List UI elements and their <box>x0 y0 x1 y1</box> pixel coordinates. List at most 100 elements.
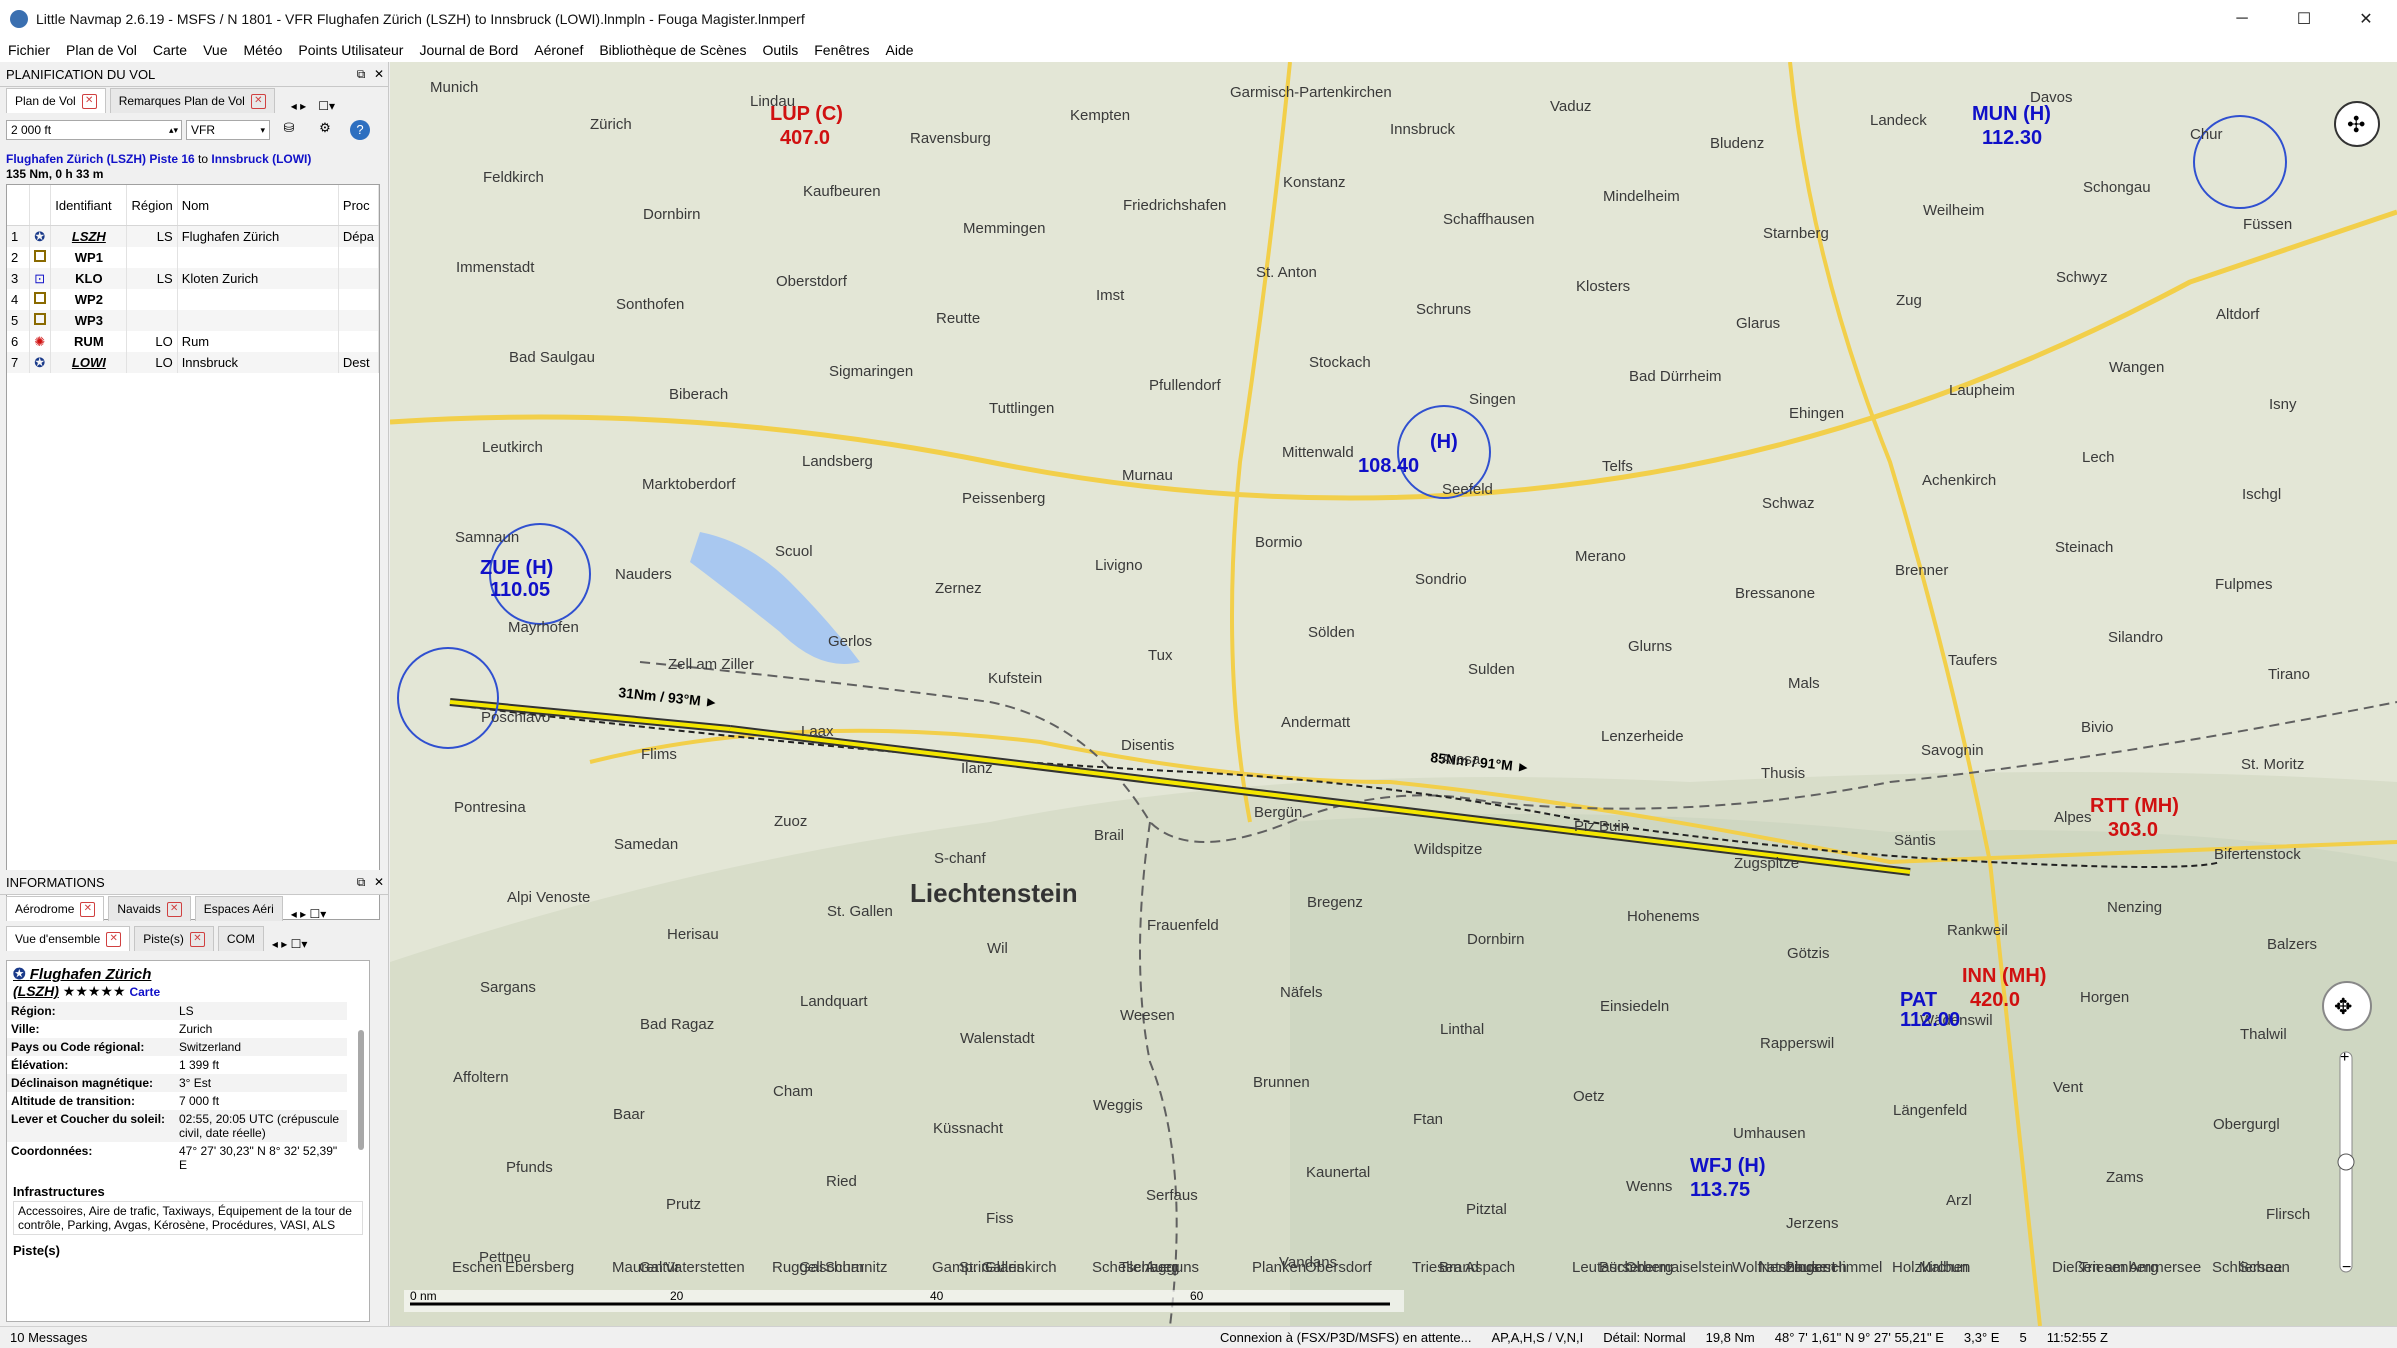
zoom-in-icon: + <box>2340 1049 2349 1066</box>
table-row[interactable]: 6 ✺ RUM LO Rum <box>7 331 379 352</box>
city-label: Dießen am Ammersee <box>2052 1259 2201 1276</box>
table-row[interactable]: 2 WP1 <box>7 247 379 268</box>
maximize-button[interactable]: ☐ <box>2273 0 2335 38</box>
map-canvas[interactable]: 31Nm / 93°M ►85Nm / 91°M ► MunichZürichL… <box>390 62 2397 1326</box>
city-label: Leutkirch <box>482 439 543 456</box>
menu-aide[interactable]: Aide <box>878 42 922 58</box>
close-tab-icon[interactable]: ✕ <box>250 93 266 109</box>
menu-vue[interactable]: Vue <box>195 42 235 58</box>
col-proc[interactable]: Proc <box>338 185 379 226</box>
city-label: Schwyz <box>2056 269 2108 286</box>
tab-pistes[interactable]: Piste(s) ✕ <box>134 926 214 951</box>
close-icon[interactable]: ✕ <box>370 67 388 81</box>
city-label: Einsiedeln <box>1600 998 1669 1015</box>
status-time: 11:52:55 Z <box>2046 1330 2108 1345</box>
city-label: Reutte <box>936 310 980 327</box>
map-view[interactable]: 31Nm / 93°M ► 85Nm / 91°M ► Munich Zürich L… <box>390 62 2397 1326</box>
tab-remarques[interactable]: Remarques Plan de Vol ✕ <box>109 88 275 113</box>
city-label: Serfaus <box>1146 1187 1198 1204</box>
city-label: Andermatt <box>1281 714 1351 731</box>
table-row[interactable]: 7 ✪ LOWI LO Innsbruck Dest <box>7 352 379 373</box>
calc-icon[interactable]: ⛁ <box>278 120 300 140</box>
close-tab-icon[interactable]: ✕ <box>81 93 97 109</box>
city-label: Nenzing <box>2107 899 2162 916</box>
city-label: Pfullendorf <box>1149 377 1222 394</box>
settings-icon[interactable]: ⚙ <box>314 120 336 140</box>
menu-fichier[interactable]: Fichier <box>0 42 58 58</box>
city-label: Fulpmes <box>2215 576 2273 593</box>
tab-aerodrome[interactable]: Aérodrome ✕ <box>6 896 105 921</box>
tab-com[interactable]: COM <box>217 926 264 951</box>
city-label: Garmisch-Partenkirchen <box>1230 84 1392 101</box>
menu-outils[interactable]: Outils <box>754 42 806 58</box>
waypoint-icon <box>34 292 47 304</box>
tab-espaces-aeriens[interactable]: Espaces Aéri <box>194 896 283 921</box>
city-label: Oberstdorf <box>776 273 848 290</box>
tab-plan-de-vol[interactable]: Plan de Vol ✕ <box>6 88 106 113</box>
flight-rules-select[interactable]: VFR ▾ <box>186 120 270 140</box>
table-row[interactable]: 5 WP3 <box>7 310 379 331</box>
menu-bibliotheque[interactable]: Bibliothèque de Scènes <box>591 42 754 58</box>
city-label: Pitztal <box>1466 1201 1507 1218</box>
vertical-scrollbar[interactable] <box>358 1030 364 1150</box>
menu-journal-de-bord[interactable]: Journal de Bord <box>411 42 526 58</box>
table-row[interactable]: 1 ✪ LSZH LS Flughafen Zürich Dépa <box>7 225 379 247</box>
waypoint-icon <box>34 250 47 262</box>
summary-from[interactable]: Flughafen Zürich (LSZH) Piste 16 <box>6 152 195 166</box>
float-icon[interactable]: ⧉ <box>352 67 370 82</box>
info-tabs: Aérodrome ✕ Navaids ✕ Espaces Aéri ◂ ▸ ☐▾ <box>0 895 388 921</box>
info-dock: INFORMATIONS ⧉ ✕ Aérodrome ✕ Navaids ✕ Esp… <box>0 870 388 1326</box>
city-label: Immenstadt <box>456 259 535 276</box>
city-label: Obermaiselstein <box>1625 1259 1733 1276</box>
flightplan-table[interactable]: Identifiant Région Nom Proc 1 ✪ LSZH LS … <box>6 184 380 920</box>
col-identifiant[interactable]: Identifiant <box>50 185 128 226</box>
tab-vue-ensemble[interactable]: Vue d'ensemble ✕ <box>6 926 131 951</box>
city-label: Imst <box>1096 287 1125 304</box>
airport-name-link[interactable]: Flughafen Zürich <box>30 966 152 983</box>
carte-link[interactable]: Carte <box>129 985 160 999</box>
col-region[interactable]: Région <box>126 185 178 226</box>
tab-navaids[interactable]: Navaids ✕ <box>108 896 191 921</box>
menu-plan-de-vol[interactable]: Plan de Vol <box>58 42 145 58</box>
tab-scroll-arrows[interactable]: ◂ ▸ <box>291 99 306 113</box>
status-messages[interactable]: 10 Messages <box>0 1330 1210 1345</box>
help-icon[interactable]: ? <box>350 120 370 140</box>
city-label: Triesen <box>1412 1259 1461 1276</box>
app-icon <box>10 10 28 28</box>
ndb-label-rtt: RTT (MH) <box>2090 795 2179 817</box>
close-button[interactable]: ✕ <box>2335 0 2397 38</box>
tab-scroll-arrows[interactable]: ◂ ▸ ☐▾ <box>291 907 327 921</box>
city-label: Wildspitze <box>1414 841 1482 858</box>
menu-points-utilisateur[interactable]: Points Utilisateur <box>290 42 411 58</box>
city-label: Achenkirch <box>1922 472 1996 489</box>
tab-menu-icon[interactable]: ☐▾ <box>318 99 335 113</box>
float-icon[interactable]: ⧉ <box>352 875 370 890</box>
summary-to[interactable]: Innsbruck (LOWI) <box>211 152 311 166</box>
menu-carte[interactable]: Carte <box>145 42 195 58</box>
city-label: Vaduz <box>1550 98 1591 115</box>
city-label: Bludesch <box>1785 1259 1847 1276</box>
vor-label-mun: MUN (H) <box>1972 103 2051 125</box>
col-nom[interactable]: Nom <box>177 185 339 226</box>
table-row[interactable]: 3 ⊡ KLO LS Kloten Zurich <box>7 268 379 289</box>
city-label: Näfels <box>1280 984 1323 1001</box>
city-label: Wil <box>987 940 1008 957</box>
close-icon[interactable]: ✕ <box>370 875 388 889</box>
menu-aeronef[interactable]: Aéronef <box>526 42 591 58</box>
city-label: Telfs <box>1602 458 1633 475</box>
menu-meteo[interactable]: Météo <box>235 42 290 58</box>
altitude-spinbox[interactable]: 2 000 ft ▴▾ <box>6 120 182 140</box>
pistes-title: Piste(s) <box>13 1243 60 1258</box>
city-label: Wangen <box>2109 359 2164 376</box>
spin-icon[interactable]: ▴▾ <box>169 125 181 136</box>
minimize-button[interactable]: ─ <box>2211 0 2273 38</box>
zoom-handle[interactable] <box>2337 1153 2355 1171</box>
scale-tick-label: 60 <box>1190 1289 1204 1303</box>
compass-glyph: ✣ <box>2347 112 2365 137</box>
table-row[interactable]: 4 WP2 <box>7 289 379 310</box>
tab-scroll-arrows[interactable]: ◂ ▸ ☐▾ <box>272 937 308 951</box>
menu-fenetres[interactable]: Fenêtres <box>806 42 877 58</box>
vor-label-pat: PAT <box>1900 989 1937 1011</box>
status-mag: 3,3° E <box>1963 1330 2000 1345</box>
city-label: Stockach <box>1309 354 1371 371</box>
